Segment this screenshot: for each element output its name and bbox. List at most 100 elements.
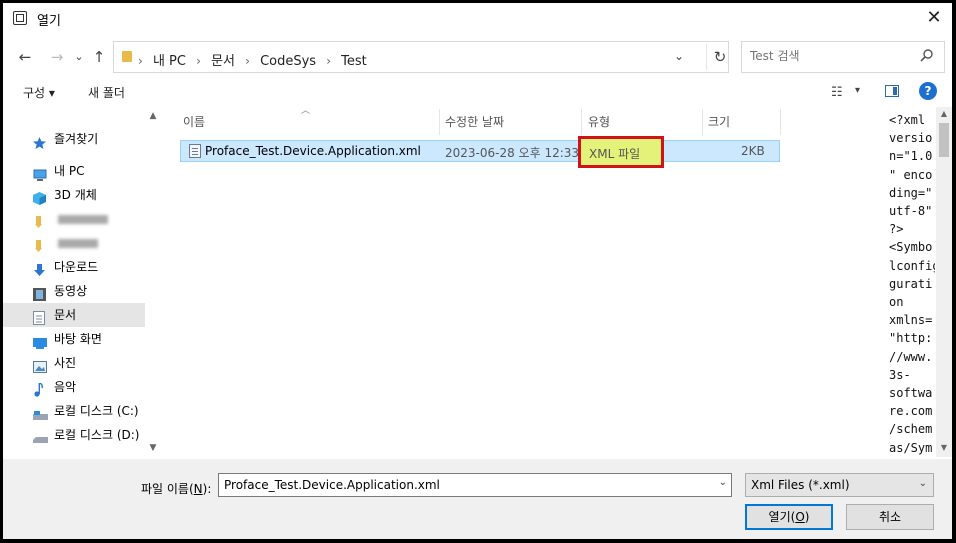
folder-icon xyxy=(122,51,132,62)
breadcrumb-separator: › xyxy=(326,54,332,68)
file-date: 2023-06-28 오후 12:33 xyxy=(445,146,580,160)
preview-scrollbar[interactable]: ▲ ▼ xyxy=(936,107,952,457)
window-title: 열기 xyxy=(37,14,61,29)
chevron-down-icon[interactable]: ⌄ xyxy=(719,477,727,488)
recent-dropdown-icon[interactable]: ⌄ xyxy=(69,47,89,67)
navigation-pane: 즐겨찾기 내 PC 3D 개체 다운로드 동영상 문서 바탕 화면 사진 음악 … xyxy=(3,107,161,457)
command-toolbar: 구성 ▾ 새 폴더 ☷ ▾ ? xyxy=(3,77,952,107)
scroll-up-icon[interactable]: ▲ xyxy=(936,109,952,123)
drive-icon xyxy=(33,429,48,443)
scroll-up-icon[interactable]: ▲ xyxy=(145,111,161,125)
preview-line: /schem xyxy=(889,422,933,437)
column-header-type[interactable]: 유형 xyxy=(588,113,610,130)
filename-input[interactable]: Proface_Test.Device.Application.xml ⌄ xyxy=(218,473,732,497)
sidebar-item-downloads[interactable]: 다운로드 xyxy=(3,255,145,279)
back-arrow-icon[interactable]: ← xyxy=(15,47,35,67)
preview-line: utf-8" xyxy=(889,204,933,219)
cube-icon xyxy=(33,189,46,205)
breadcrumb-separator: › xyxy=(196,54,201,68)
redacted-label xyxy=(58,215,108,224)
filename-value[interactable]: Proface_Test.Device.Application.xml xyxy=(224,478,440,492)
navigation-scrollbar[interactable]: ▲ ▼ xyxy=(145,107,161,457)
filetype-select[interactable]: Xml Files (*.xml) ⌄ xyxy=(745,473,934,497)
preview-line: versio xyxy=(889,131,933,146)
preview-line: xmlns= xyxy=(889,313,933,328)
sidebar-item-3d-objects[interactable]: 3D 개체 xyxy=(3,183,145,207)
help-icon[interactable]: ? xyxy=(919,82,937,100)
preview-line: as/Sym xyxy=(889,440,933,455)
document-icon xyxy=(33,309,46,325)
sidebar-item-documents[interactable]: 문서 xyxy=(3,303,145,327)
preview-pane-icon[interactable] xyxy=(885,85,899,97)
filetype-value: Xml Files (*.xml) xyxy=(751,478,850,492)
file-name: Proface_Test.Device.Application.xml xyxy=(205,144,421,158)
view-dropdown-icon[interactable]: ▾ xyxy=(855,85,860,96)
preview-line: re.com xyxy=(889,404,933,419)
desktop-icon xyxy=(33,333,47,349)
address-bar[interactable]: › 내 PC › 문서 › CodeSys › Test ⌄ ↻ xyxy=(113,41,729,73)
music-icon xyxy=(33,381,46,397)
sort-ascending-icon: ︿ xyxy=(301,106,311,116)
scroll-down-icon[interactable]: ▼ xyxy=(145,443,161,457)
sidebar-item-music[interactable]: 음악 xyxy=(3,375,145,399)
sidebar-item-favorites[interactable]: 즐겨찾기 xyxy=(3,127,145,151)
sidebar-item-pictures[interactable]: 사진 xyxy=(3,351,145,375)
file-size: 2KB xyxy=(741,144,765,158)
breadcrumb-test[interactable]: Test xyxy=(341,54,367,69)
preview-line: " enco xyxy=(889,167,933,182)
preview-line: on xyxy=(889,295,904,310)
sidebar-item-user-folder[interactable] xyxy=(3,231,145,255)
scrollbar-thumb[interactable] xyxy=(939,123,949,157)
column-divider[interactable] xyxy=(780,109,781,135)
title-bar: 열기 ✕ xyxy=(3,3,952,33)
new-folder-button[interactable]: 새 폴더 xyxy=(88,84,125,101)
address-dropdown-icon[interactable]: ⌄ xyxy=(674,49,684,63)
column-header-size[interactable]: 크기 xyxy=(708,113,730,130)
breadcrumb: › 내 PC › 문서 › CodeSys › Test xyxy=(138,50,373,69)
sidebar-item-my-pc[interactable]: 내 PC xyxy=(3,159,145,183)
redacted-label xyxy=(58,239,98,248)
organize-button[interactable]: 구성 ▾ xyxy=(23,84,55,101)
sidebar-item-drive-c[interactable]: 로컬 디스크 (C:) xyxy=(3,399,145,423)
star-icon xyxy=(33,133,46,149)
preview-line: lconfig xyxy=(889,258,935,273)
breadcrumb-my-pc[interactable]: 내 PC xyxy=(153,54,186,69)
picture-icon xyxy=(33,357,47,373)
breadcrumb-documents[interactable]: 문서 xyxy=(211,54,235,69)
sidebar-item-drive-d[interactable]: 로컬 디스크 (D:) xyxy=(3,423,145,447)
column-divider[interactable] xyxy=(581,109,582,135)
video-icon xyxy=(33,285,46,301)
open-button[interactable]: 열기(O) xyxy=(745,504,833,530)
column-header-date[interactable]: 수정한 날짜 xyxy=(445,113,504,130)
refresh-icon[interactable]: ↻ xyxy=(706,44,733,70)
column-divider[interactable] xyxy=(439,109,440,135)
sidebar-item-user-folder[interactable] xyxy=(3,207,145,231)
preview-line: <Symbo xyxy=(889,240,933,255)
forward-arrow-icon[interactable]: → xyxy=(47,47,67,67)
folder-icon xyxy=(33,213,46,228)
search-box[interactable] xyxy=(741,41,945,73)
file-type-highlight: XML 파일 xyxy=(578,136,664,168)
open-file-dialog: 열기 ✕ ← → ⌄ ↑ › 내 PC › 문서 › CodeSys › Tes… xyxy=(3,3,952,539)
search-input[interactable] xyxy=(748,48,922,64)
preview-line: softwa xyxy=(889,386,933,401)
column-header-name[interactable]: 이름 xyxy=(183,113,205,130)
download-icon xyxy=(33,261,46,276)
sidebar-item-videos[interactable]: 동영상 xyxy=(3,279,145,303)
preview-line: ?> xyxy=(889,222,904,237)
file-list-item[interactable]: Proface_Test.Device.Application.xml 2023… xyxy=(180,140,780,162)
up-arrow-icon[interactable]: ↑ xyxy=(89,47,109,67)
cancel-button[interactable]: 취소 xyxy=(846,504,934,530)
sidebar-item-desktop[interactable]: 바탕 화면 xyxy=(3,327,145,351)
search-icon[interactable] xyxy=(920,48,934,66)
xml-file-icon xyxy=(189,144,201,158)
app-icon xyxy=(13,11,27,25)
close-icon[interactable]: ✕ xyxy=(923,7,945,29)
filename-label: 파일 이름(N): xyxy=(141,482,212,496)
drive-icon xyxy=(33,405,48,420)
breadcrumb-codesys[interactable]: CodeSys xyxy=(260,54,316,69)
chevron-down-icon[interactable]: ⌄ xyxy=(919,478,927,489)
view-options-icon[interactable]: ☷ xyxy=(831,85,843,100)
column-divider[interactable] xyxy=(702,109,703,135)
scroll-down-icon[interactable]: ▼ xyxy=(936,443,952,457)
